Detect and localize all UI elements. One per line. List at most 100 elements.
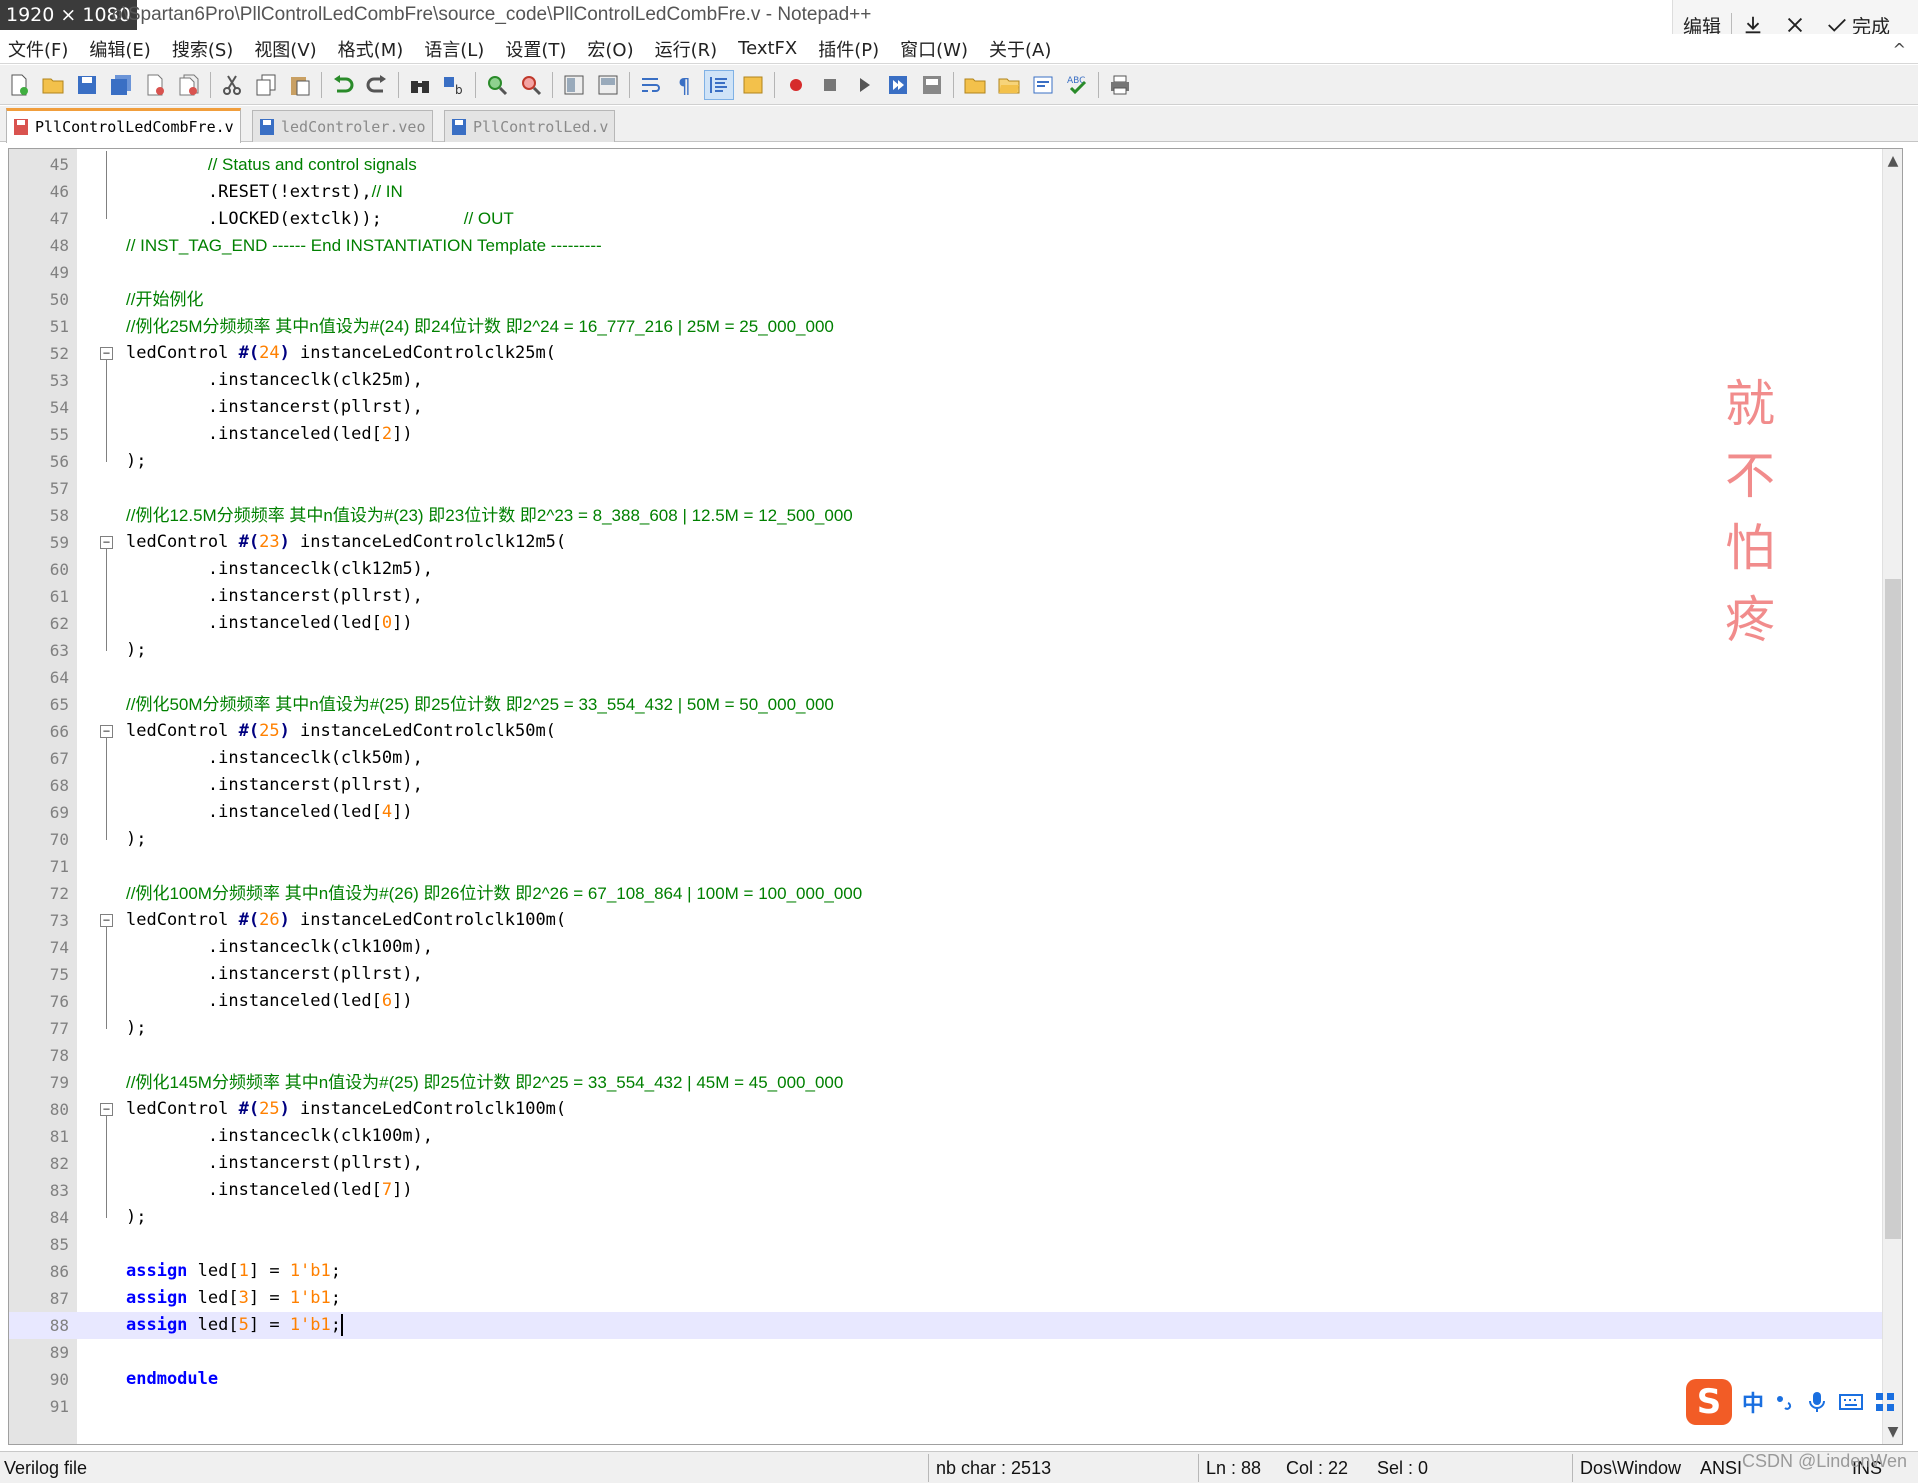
code-line[interactable]: 73 − ledControl #(26) instanceLedControlcl… [9, 907, 1884, 934]
record-macro-button[interactable] [781, 70, 811, 100]
show-all-chars-button[interactable]: ¶ [670, 70, 700, 100]
menu-run[interactable]: 运行(R) [655, 36, 718, 62]
code-editor[interactable]: 45 // Status and control signals 46 .RESE… [8, 148, 1903, 1445]
menu-window[interactable]: 窗口(W) [900, 36, 968, 62]
code-line[interactable]: 47 .LOCKED(extclk)); // OUT [9, 205, 1884, 232]
scroll-thumb[interactable] [1885, 579, 1901, 1239]
code-line[interactable]: 57 [9, 475, 1884, 502]
menu-macro[interactable]: 宏(O) [587, 36, 633, 62]
open-file-button[interactable] [38, 70, 68, 100]
menu-textfx[interactable]: TextFX [738, 38, 797, 59]
close-all-button[interactable] [174, 70, 204, 100]
code-line[interactable]: 71 [9, 853, 1884, 880]
code-line[interactable]: 61 .instancerst(pllrst), [9, 583, 1884, 610]
redo-button[interactable] [362, 70, 392, 100]
code-line[interactable]: 62 .instanceled(led[0]) [9, 610, 1884, 637]
code-line[interactable]: 75 .instancerst(pllrst), [9, 961, 1884, 988]
close-file-button[interactable] [140, 70, 170, 100]
spell-check-button[interactable]: ABC [1062, 70, 1092, 100]
fold-toggle-icon[interactable]: − [100, 914, 113, 927]
undo-button[interactable] [328, 70, 358, 100]
tab-pllcontrolledcombfre[interactable]: PllControlLedCombFre.v [6, 108, 241, 143]
keyboard-icon[interactable] [1838, 1391, 1864, 1413]
code-line[interactable]: 49 [9, 259, 1884, 286]
replace-button[interactable]: b [439, 70, 469, 100]
code-line[interactable]: 52 − ledControl #(24) instanceLedControlcl… [9, 340, 1884, 367]
punctuation-icon[interactable] [1774, 1391, 1796, 1413]
menu-plugins[interactable]: 插件(P) [818, 36, 879, 62]
code-line[interactable]: 64 [9, 664, 1884, 691]
code-line[interactable]: 63); [9, 637, 1884, 664]
menu-format[interactable]: 格式(M) [338, 36, 404, 62]
code-line[interactable]: 90 endmodule [9, 1366, 1884, 1393]
menu-search[interactable]: 搜索(S) [172, 36, 233, 62]
folder-workspace-button[interactable] [960, 70, 990, 100]
zoom-out-button[interactable] [516, 70, 546, 100]
code-line[interactable]: 88 assign led[5] = 1'b1; [9, 1312, 1884, 1339]
code-line[interactable]: 55 .instanceled(led[2]) [9, 421, 1884, 448]
menu-file[interactable]: 文件(F) [8, 36, 68, 62]
sync-horizontal-button[interactable] [593, 70, 623, 100]
word-wrap-button[interactable] [636, 70, 666, 100]
user-language-button[interactable] [738, 70, 768, 100]
cut-button[interactable] [217, 70, 247, 100]
status-eol[interactable]: Dos\Window [1580, 1458, 1681, 1479]
tab-pllcontrolled[interactable]: PllControlLed.v [444, 110, 616, 142]
code-line[interactable]: 69 .instanceled(led[4]) [9, 799, 1884, 826]
code-line[interactable]: 82 .instancerst(pllrst), [9, 1150, 1884, 1177]
code-line[interactable]: 77); [9, 1015, 1884, 1042]
new-file-button[interactable] [4, 70, 34, 100]
open-folder-button[interactable] [994, 70, 1024, 100]
code-line[interactable]: 70); [9, 826, 1884, 853]
code-line[interactable]: 46 .RESET(!extrst),// IN [9, 178, 1884, 205]
code-line[interactable]: 68 .instancerst(pllrst), [9, 772, 1884, 799]
fold-toggle-icon[interactable]: − [100, 725, 113, 738]
code-line[interactable]: 56); [9, 448, 1884, 475]
menu-view[interactable]: 视图(V) [254, 36, 316, 62]
code-line[interactable]: 60 .instanceclk(clk12m5), [9, 556, 1884, 583]
code-line[interactable]: 67 .instanceclk(clk50m), [9, 745, 1884, 772]
indent-guide-button[interactable] [704, 69, 734, 100]
copy-button[interactable] [251, 70, 281, 100]
code-line[interactable]: 80 − ledControl #(25) instanceLedControlcl… [9, 1096, 1884, 1123]
code-line[interactable]: 74 .instanceclk(clk100m), [9, 934, 1884, 961]
code-line[interactable]: 83 .instanceled(led[7]) [9, 1177, 1884, 1204]
function-list-button[interactable] [1028, 70, 1058, 100]
code-line[interactable]: 91 [9, 1393, 1884, 1420]
code-line[interactable]: 81 .instanceclk(clk100m), [9, 1123, 1884, 1150]
print-button[interactable] [1105, 70, 1135, 100]
scroll-up-icon[interactable]: ▲ [1883, 149, 1902, 173]
stop-macro-button[interactable] [815, 70, 845, 100]
play-macro-button[interactable] [849, 70, 879, 100]
menu-edit[interactable]: 编辑(E) [89, 36, 150, 62]
code-line[interactable]: 79 //例化145M分频频率 其中n值设为#(25) 即25位计数 即2^25 … [9, 1069, 1884, 1096]
tab-ledcontroler-veo[interactable]: ledControler.veo [252, 110, 433, 142]
code-line[interactable]: 59 − ledControl #(23) instanceLedControlcl… [9, 529, 1884, 556]
code-line[interactable]: 87 assign led[3] = 1'b1; [9, 1285, 1884, 1312]
code-line[interactable]: 58 //例化12.5M分频频率 其中n值设为#(23) 即23位计数 即2^23… [9, 502, 1884, 529]
find-button[interactable] [405, 70, 435, 100]
fold-toggle-icon[interactable]: − [100, 347, 113, 360]
ime-mode[interactable]: 中 [1742, 1386, 1764, 1418]
code-line[interactable]: 51 //例化25M分频频率 其中n值设为#(24) 即24位计数 即2^24 =… [9, 313, 1884, 340]
status-encoding[interactable]: ANSI [1700, 1458, 1742, 1479]
code-line[interactable]: 76 .instanceled(led[6]) [9, 988, 1884, 1015]
code-line[interactable]: 54 .instancerst(pllrst), [9, 394, 1884, 421]
code-line[interactable]: 65 //例化50M分频频率 其中n值设为#(25) 即25位计数 即2^25 =… [9, 691, 1884, 718]
code-line[interactable]: 66 − ledControl #(25) instanceLedControlcl… [9, 718, 1884, 745]
save-button[interactable] [72, 70, 102, 100]
code-line[interactable]: 85 [9, 1231, 1884, 1258]
paste-button[interactable] [285, 70, 315, 100]
zoom-in-button[interactable] [482, 70, 512, 100]
fold-toggle-icon[interactable]: − [100, 1103, 113, 1116]
sync-vertical-button[interactable] [559, 70, 589, 100]
run-macro-multiple-button[interactable] [883, 70, 913, 100]
code-line[interactable]: 78 [9, 1042, 1884, 1069]
apps-grid-icon[interactable] [1874, 1391, 1896, 1413]
menu-language[interactable]: 语言(L) [424, 36, 484, 62]
code-line[interactable]: 72 //例化100M分频频率 其中n值设为#(26) 即26位计数 即2^26 … [9, 880, 1884, 907]
code-line[interactable]: 84); [9, 1204, 1884, 1231]
code-line[interactable]: 48 // INST_TAG_END ------ End INSTANTIATI… [9, 232, 1884, 259]
code-line[interactable]: 50 //开始例化 [9, 286, 1884, 313]
menu-settings[interactable]: 设置(T) [505, 36, 566, 62]
